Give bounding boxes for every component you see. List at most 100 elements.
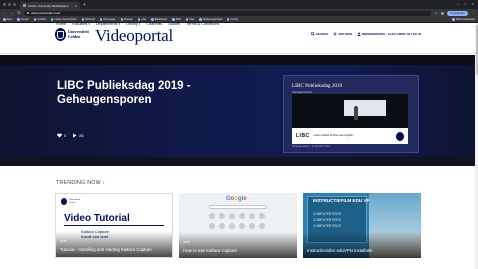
close-window-icon[interactable]: × bbox=[472, 2, 474, 6]
university-seal-icon bbox=[61, 198, 67, 205]
browser-tab[interactable]: Leiden University MediaSpace × bbox=[20, 2, 80, 9]
bookmark-icon bbox=[226, 18, 230, 21]
video-card[interactable]: UniversiteitLeiden Video Tutorial Kaltur… bbox=[55, 193, 173, 258]
card-gradient bbox=[303, 232, 421, 258]
main-navigation: Home Faculties ▾ Departments ▾ Library ▾ Ch… bbox=[56, 22, 219, 26]
bookmark-icon bbox=[199, 18, 202, 21]
bookmark-icon bbox=[185, 18, 189, 21]
lock-icon bbox=[27, 12, 29, 14]
bookmark-item[interactable]: Outlook bbox=[33, 18, 46, 21]
video-duration: 00:37 bbox=[60, 240, 67, 243]
url-text: videoportal.leiden.edu bbox=[31, 11, 61, 15]
video-title[interactable]: Instructievideo eduVPN installatie bbox=[307, 248, 417, 253]
video-card[interactable]: Google 08:28 How to use Kaltura Capture bbox=[179, 193, 297, 258]
card-gradient bbox=[56, 231, 172, 257]
window-traffic-lights[interactable] bbox=[3, 3, 16, 6]
video-duration: 08:28 bbox=[183, 241, 190, 244]
thumbnail-line: COMPUTER EROS bbox=[313, 218, 342, 222]
likes-stat[interactable]: 0 bbox=[57, 133, 66, 138]
university-logo[interactable]: Universiteit Leiden bbox=[55, 28, 89, 41]
chevron-down-icon: ▾ bbox=[88, 21, 90, 26]
tab-favicon-icon bbox=[23, 4, 26, 7]
minimize-icon[interactable]: – bbox=[457, 2, 459, 6]
shortcut-tiles bbox=[209, 213, 265, 229]
nav-departments[interactable]: Departments ▾ bbox=[96, 22, 120, 26]
nav-channels[interactable]: Channels bbox=[146, 22, 162, 26]
bookmark-item[interactable]: KPN bbox=[172, 18, 181, 21]
tab-close-icon[interactable]: × bbox=[75, 3, 77, 8]
chevron-down-icon: ▾ bbox=[138, 21, 141, 26]
address-bar[interactable]: videoportal.leiden.edu bbox=[24, 10, 431, 16]
back-icon[interactable]: ← bbox=[3, 11, 7, 15]
user-icon bbox=[357, 32, 361, 36]
bookmark-item[interactable]: Rooster bbox=[120, 18, 133, 21]
window-controls: – □ × bbox=[457, 2, 474, 6]
hero-title[interactable]: LIBC Publieksdag 2019 - Geheugensporen bbox=[57, 80, 227, 107]
video-title[interactable]: How to use Kaltura Capture bbox=[183, 248, 293, 253]
nav-faculties[interactable]: Faculties ▾ bbox=[72, 22, 90, 26]
bookmark-item[interactable]: Apps bbox=[3, 18, 12, 21]
bookmark-item[interactable]: Homepage bbox=[99, 18, 116, 21]
thumbnail-line: COMPUTER EROS bbox=[313, 212, 342, 216]
menu-kebab-icon[interactable]: ⋮ bbox=[471, 11, 475, 15]
lecture-stage-image bbox=[292, 94, 408, 128]
featured-hero[interactable]: LIBC Publieksdag 2019 - Geheugensporen 0… bbox=[0, 55, 478, 166]
nav-library[interactable]: Library ▾ bbox=[126, 22, 140, 26]
thumbnail-line: COMPUTER EROS bbox=[313, 224, 342, 228]
bookmark-item[interactable]: Google bbox=[17, 18, 29, 21]
profile-label: Onderbroken bbox=[449, 11, 465, 15]
bookmark-item[interactable]: Leiden ServiceDesk bbox=[50, 18, 77, 21]
bookmark-icon bbox=[99, 18, 103, 21]
play-icon bbox=[73, 133, 77, 138]
other-bookmarks[interactable]: Other bookmarks bbox=[452, 18, 475, 21]
scrollbar-thumb[interactable] bbox=[475, 25, 478, 75]
new-tab-icon[interactable]: + bbox=[83, 2, 86, 9]
forward-icon[interactable]: → bbox=[10, 11, 14, 15]
tab-title: Leiden University MediaSpace bbox=[28, 3, 69, 8]
thumbnail-title: INSTRUCTIEFILM EDU VPN bbox=[313, 198, 373, 203]
search-button[interactable]: SEARCH bbox=[311, 32, 328, 36]
site-header: Universiteit Leiden Videoportal bbox=[0, 23, 478, 54]
thumbnail-logo-strip: LIBC Leiden Institute for Brain and Cogn… bbox=[292, 128, 408, 144]
bookmark-item[interactable]: FAQ bbox=[185, 18, 194, 21]
trending-carousel: UniversiteitLeiden Video Tutorial Kaltur… bbox=[55, 193, 421, 258]
bookmark-icon bbox=[172, 18, 175, 21]
university-seal-icon bbox=[396, 131, 404, 141]
videoportal-logo[interactable]: Videoportal bbox=[95, 27, 173, 44]
university-seal-icon bbox=[55, 28, 66, 41]
plus-icon bbox=[333, 32, 337, 36]
bookmark-icon bbox=[137, 18, 141, 21]
bookmark-icon bbox=[151, 18, 154, 21]
star-icon[interactable]: ☆ bbox=[434, 11, 438, 15]
search-icon bbox=[311, 32, 315, 36]
extension-icon[interactable] bbox=[440, 11, 444, 15]
bookmark-icon bbox=[50, 18, 54, 21]
bookmark-icon bbox=[81, 18, 85, 21]
bookmark-item[interactable]: Blackboard bbox=[151, 18, 167, 21]
profile-button[interactable]: Onderbroken bbox=[446, 10, 468, 16]
card-gradient bbox=[179, 232, 297, 258]
bookmark-item[interactable]: Webmail bbox=[81, 18, 95, 21]
libc-logo: LIBC bbox=[296, 133, 310, 139]
speaker-figure bbox=[354, 106, 358, 120]
video-title[interactable]: Tutorial - Installing and starting Kaltu… bbox=[60, 247, 168, 252]
nav-terms[interactable]: Terms & Conditions bbox=[186, 22, 219, 26]
thumbnail-title: Video Tutorial bbox=[64, 213, 130, 224]
university-logo: Universiteit Leiden bbox=[61, 198, 80, 205]
login-button[interactable]: MEDEWERKERS - CLICK HERE TO LOG IN bbox=[357, 32, 421, 36]
hero-thumbnail[interactable]: LIBC Publieksdag 2019 Geheugensporen LIB… bbox=[283, 75, 419, 153]
google-logo: Google bbox=[226, 196, 247, 202]
bookmark-item[interactable]: uSis bbox=[137, 18, 146, 21]
reload-icon[interactable]: ↻ bbox=[17, 11, 21, 15]
trending-heading[interactable]: TRENDING NOW › bbox=[56, 180, 105, 186]
nav-guides[interactable]: Guides bbox=[168, 22, 180, 26]
utility-menu: SEARCH ADD NEW MEDEWERKERS - CLICK HERE … bbox=[311, 32, 421, 36]
add-new-button[interactable]: ADD NEW bbox=[333, 32, 352, 36]
video-card[interactable]: INSTRUCTIEFILM EDU VPN COMPUTER EROS COM… bbox=[303, 193, 421, 258]
nav-home[interactable]: Home bbox=[56, 22, 66, 26]
projection-screen bbox=[344, 100, 386, 116]
bookmark-item[interactable]: Studentenportaal bbox=[199, 18, 222, 21]
maximize-icon[interactable]: □ bbox=[464, 2, 466, 6]
heart-icon bbox=[57, 133, 62, 138]
bookmark-item[interactable]: Overig bbox=[226, 18, 238, 21]
